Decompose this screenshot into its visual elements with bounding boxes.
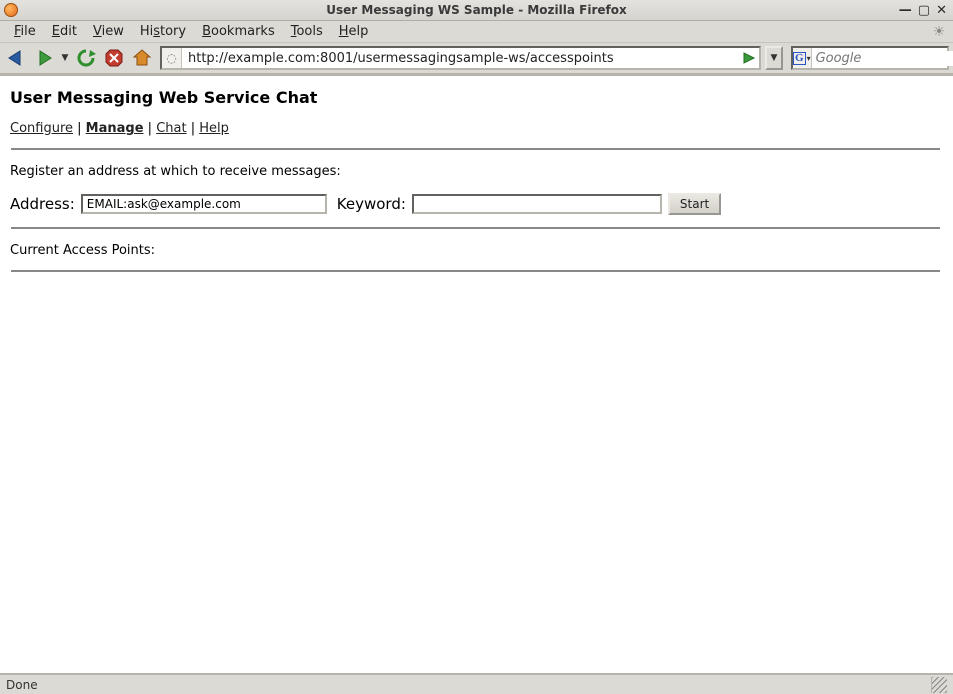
menu-help[interactable]: Help [331,22,377,41]
nav-help-link[interactable]: Help [199,121,229,136]
nav-configure-link[interactable]: Configure [10,121,73,136]
minimize-button[interactable]: — [899,4,912,17]
menubar: File Edit View History Bookmarks Tools H… [0,21,953,43]
maximize-button[interactable]: ▢ [918,4,930,17]
search-input[interactable] [812,51,953,66]
nav-separator: | [191,121,200,136]
search-box: G▾ [791,46,949,70]
page-title: User Messaging Web Service Chat [10,88,941,107]
address-input[interactable] [81,194,327,214]
page-content: User Messaging Web Service Chat Configur… [0,75,953,673]
menu-history[interactable]: History [132,22,194,41]
horizontal-rule [11,148,940,150]
status-bar: Done [0,673,953,694]
status-text: Done [6,678,38,692]
access-point-form: Address: Keyword: Start [10,193,941,215]
back-button[interactable] [4,46,28,70]
throbber-icon: ☀ [931,24,947,40]
horizontal-rule [11,227,940,229]
nav-separator: | [148,121,157,136]
menu-edit[interactable]: Edit [44,22,85,41]
navigation-toolbar: ▼ ◌ ▼ G▾ [0,43,953,75]
forward-history-dropdown[interactable]: ▼ [60,53,70,63]
nav-chat-link[interactable]: Chat [156,121,186,136]
keyword-label: Keyword: [337,195,406,213]
menu-tools[interactable]: Tools [283,22,331,41]
menu-bookmarks[interactable]: Bookmarks [194,22,283,41]
home-button[interactable] [130,46,154,70]
url-input[interactable] [182,48,739,68]
page-favicon: ◌ [162,48,182,68]
page-nav-links: Configure | Manage | Chat | Help [10,121,941,136]
resize-grip[interactable] [931,677,947,693]
go-button[interactable] [739,48,759,68]
keyword-input[interactable] [412,194,662,214]
stop-button[interactable] [102,46,126,70]
nav-separator: | [77,121,86,136]
current-access-points-label: Current Access Points: [10,243,941,258]
menu-file[interactable]: File [6,22,44,41]
nav-manage-link[interactable]: Manage [86,121,144,136]
url-bar: ◌ [160,46,761,70]
reload-button[interactable] [74,46,98,70]
firefox-icon [4,3,18,17]
address-label: Address: [10,195,75,213]
register-instruction-text: Register an address at which to receive … [10,164,941,179]
window-titlebar: User Messaging WS Sample - Mozilla Firef… [0,0,953,21]
url-history-dropdown[interactable]: ▼ [765,46,783,70]
google-g-icon: G [793,52,806,65]
close-button[interactable]: ✕ [936,4,947,17]
search-engine-selector[interactable]: G▾ [793,48,812,68]
menu-view[interactable]: View [85,22,132,41]
horizontal-rule [11,270,940,272]
window-title: User Messaging WS Sample - Mozilla Firef… [0,3,953,17]
start-button[interactable]: Start [668,193,721,215]
forward-button[interactable] [32,46,56,70]
